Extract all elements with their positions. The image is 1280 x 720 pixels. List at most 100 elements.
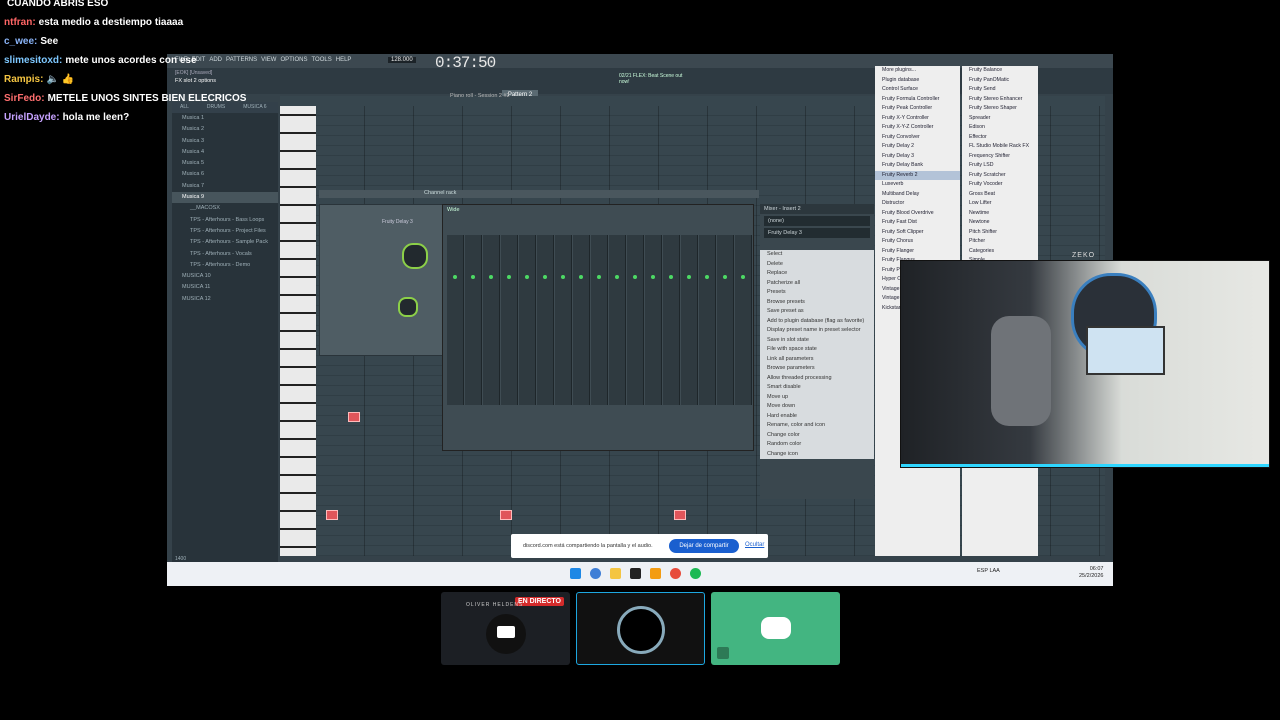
context-menu-item[interactable]: Save in slot state	[760, 336, 874, 346]
mixer-strip[interactable]	[501, 235, 518, 405]
context-menu-item[interactable]: Presets	[760, 288, 874, 298]
bpm-display[interactable]: 128.000	[388, 57, 416, 63]
mixer-strip[interactable]	[447, 235, 464, 405]
mixer-strip[interactable]	[555, 235, 572, 405]
plugin-item[interactable]: Fruity PanOMatic	[962, 76, 1038, 86]
browser-item[interactable]: TPS - Afterhours - Vocals	[172, 249, 278, 260]
plugin-item[interactable]: Low Lifter	[962, 199, 1038, 209]
mixer-strip[interactable]	[465, 235, 482, 405]
menu-item[interactable]: HELP	[336, 57, 352, 63]
mixer-strip[interactable]	[609, 235, 626, 405]
plugin-item[interactable]: Fruity Stereo Enhancer	[962, 95, 1038, 105]
plugin-item[interactable]: Fruity Convolver	[875, 133, 960, 143]
plugin-item[interactable]: FL Studio Mobile Rack FX	[962, 142, 1038, 152]
plugin-item[interactable]: Fruity Delay 2	[875, 142, 960, 152]
plugin-item[interactable]: Fruity Delay 3	[875, 152, 960, 162]
browser-item[interactable]: Musica 7	[172, 181, 278, 192]
mixer-strip[interactable]	[591, 235, 608, 405]
plugin-item[interactable]: Fruity Send	[962, 85, 1038, 95]
menu-item[interactable]: TOOLS	[312, 57, 332, 63]
browser-item[interactable]: Musica 4	[172, 147, 278, 158]
plugin-item[interactable]: Fruity Fast Dist	[875, 218, 960, 228]
wide-label[interactable]: Wide	[447, 207, 460, 213]
browser-item[interactable]: MUSICA 10	[172, 271, 278, 282]
clock[interactable]: 06:07 25/2/2026	[1079, 566, 1103, 580]
plugin-item[interactable]: Newtone	[962, 218, 1038, 228]
plugin-item[interactable]: Plugin database	[875, 76, 960, 86]
plugin-item[interactable]: Effector	[962, 133, 1038, 143]
stream-tile[interactable]: EN DIRECTO OLIVER HELDENS	[441, 592, 570, 665]
plugin-item[interactable]: Pitcher	[962, 237, 1038, 247]
news-ticker[interactable]: 02/21 FLEX: Beat Scene out now!	[619, 73, 689, 85]
plugin-item[interactable]: Fruity LSD	[962, 161, 1038, 171]
zeko-tile[interactable]	[576, 592, 705, 665]
app-icon[interactable]	[630, 568, 641, 579]
context-menu-item[interactable]: Replace	[760, 269, 874, 279]
browser-item[interactable]: Musica 3	[172, 136, 278, 147]
plugin-item[interactable]: Fruity Scratcher	[962, 171, 1038, 181]
plugin-item[interactable]: Fruity X-Y Controller	[875, 114, 960, 124]
plugin-item[interactable]: Luxeverb	[875, 180, 960, 190]
piano-keys[interactable]	[280, 106, 316, 556]
plugin-item[interactable]: Categories	[962, 247, 1038, 257]
plugin-item[interactable]: Fruity X-Y-Z Controller	[875, 123, 960, 133]
plugin-item[interactable]: Multiband Delay	[875, 190, 960, 200]
plugin-item[interactable]: Fruity Flanger	[875, 247, 960, 257]
stop-sharing-button[interactable]: Dejar de compartir	[669, 539, 739, 553]
mixer-slot[interactable]: Fruity Delay 3	[764, 228, 870, 238]
plugin-item[interactable]: Distructor	[875, 199, 960, 209]
browser-item[interactable]: TPS - Afterhours - Demo	[172, 260, 278, 271]
context-menu-item[interactable]: Link all parameters	[760, 355, 874, 365]
plugin-item[interactable]: Fruity Delay Bank	[875, 161, 960, 171]
plugin-item[interactable]: Fruity Formula Controller	[875, 95, 960, 105]
browser-item[interactable]: Musica 9	[172, 192, 278, 204]
browser-item[interactable]: Musica 6	[172, 169, 278, 180]
plugin-item[interactable]: Fruity Stereo Shaper	[962, 104, 1038, 114]
browser-item[interactable]: TPS - Afterhours - Project Files	[172, 226, 278, 237]
mixer-slot-none[interactable]: (none)	[764, 216, 870, 226]
mixer-strip[interactable]	[663, 235, 680, 405]
menu-item[interactable]: OPTIONS	[280, 57, 307, 63]
mixer-strip[interactable]	[573, 235, 590, 405]
context-menu-item[interactable]: Delete	[760, 260, 874, 270]
folder-icon[interactable]	[610, 568, 621, 579]
context-menu-item[interactable]: Change icon	[760, 450, 874, 460]
browser-item[interactable]: MUSICA 12	[172, 294, 278, 305]
hide-link[interactable]: Ocultar	[745, 542, 764, 548]
mixer-strip[interactable]	[519, 235, 536, 405]
context-menu-item[interactable]: Select	[760, 250, 874, 260]
context-menu-item[interactable]: Rename, color and icon	[760, 421, 874, 431]
plugin-item[interactable]: Edison	[962, 123, 1038, 133]
context-menu-item[interactable]: File with space state	[760, 345, 874, 355]
fl-studio-icon[interactable]	[650, 568, 661, 579]
mixer-strip[interactable]	[735, 235, 752, 405]
plugin-item[interactable]: Fruity Blood Overdrive	[875, 209, 960, 219]
knob-icon[interactable]	[398, 297, 418, 317]
plugin-item[interactable]: Gross Beat	[962, 190, 1038, 200]
context-menu-item[interactable]: Display preset name in preset selector	[760, 326, 874, 336]
context-menu-item[interactable]: Change color	[760, 431, 874, 441]
context-menu-item[interactable]: Smart disable	[760, 383, 874, 393]
context-menu-item[interactable]: Patcherize all	[760, 279, 874, 289]
note[interactable]	[674, 510, 686, 520]
note[interactable]	[326, 510, 338, 520]
browser-item[interactable]: Musica 5	[172, 158, 278, 169]
browser-item[interactable]: TPS - Afterhours - Sample Pack	[172, 237, 278, 248]
mixer-strip[interactable]	[717, 235, 734, 405]
discord-tile[interactable]	[711, 592, 840, 665]
plugin-item[interactable]: Fruity Chorus	[875, 237, 960, 247]
context-menu-item[interactable]: Browse parameters	[760, 364, 874, 374]
context-menu-item[interactable]: Add to plugin database (flag as favorite…	[760, 317, 874, 327]
browser-item[interactable]: TPS - Afterhours - Bass Loops	[172, 215, 278, 226]
context-menu-item[interactable]: Hard enable	[760, 412, 874, 422]
context-menu-item[interactable]: Move up	[760, 393, 874, 403]
mixer-strip[interactable]	[681, 235, 698, 405]
context-menu-item[interactable]: Allow threaded processing	[760, 374, 874, 384]
browser-item[interactable]: __MACOSX	[172, 203, 278, 214]
plugin-item[interactable]: Fruity Balance	[962, 66, 1038, 76]
plugin-item[interactable]: Spreader	[962, 114, 1038, 124]
plugin-item[interactable]: Pitch Shifter	[962, 228, 1038, 238]
context-menu-item[interactable]: Random color	[760, 440, 874, 450]
plugin-item[interactable]: Fruity Peak Controller	[875, 104, 960, 114]
lang-indicator[interactable]: ESP	[977, 568, 988, 574]
